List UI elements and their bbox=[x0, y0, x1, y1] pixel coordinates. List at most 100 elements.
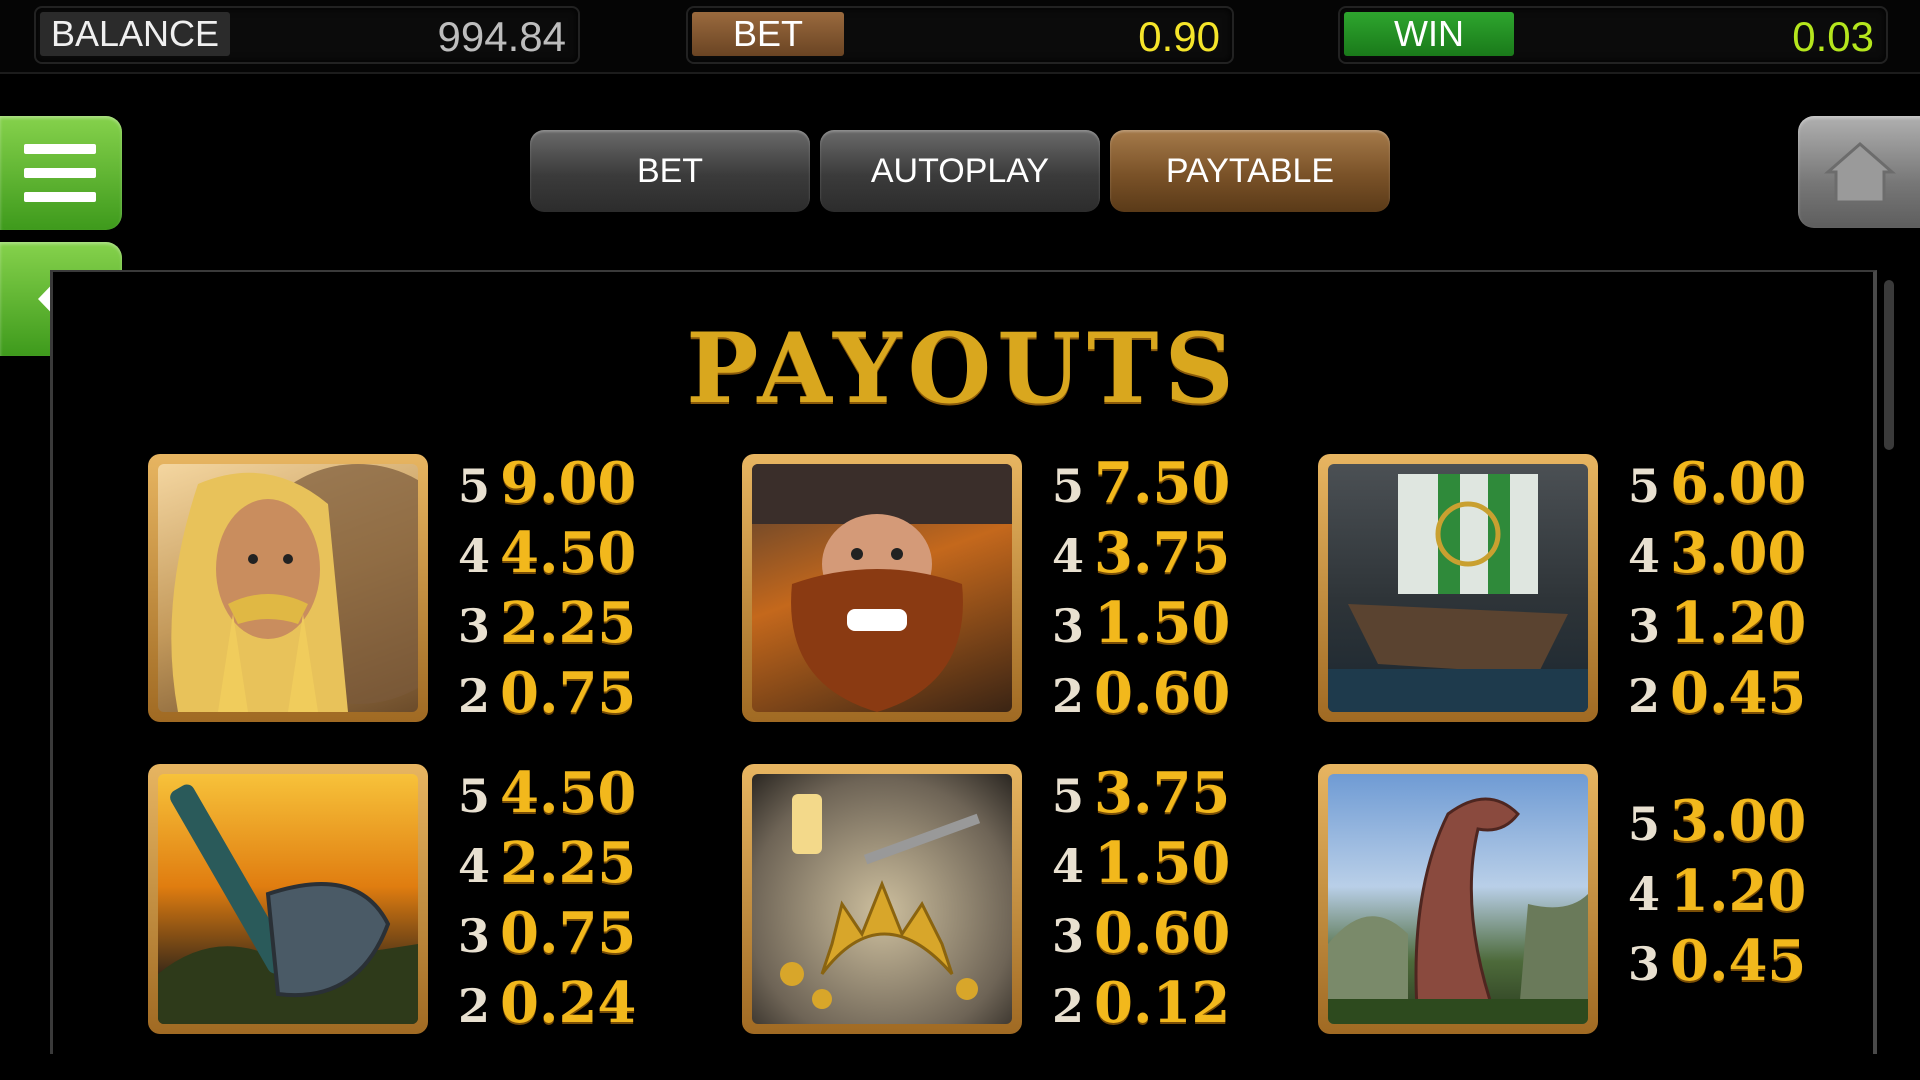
payout-row: 4 3.75 bbox=[1052, 518, 1230, 588]
match-count: 5 bbox=[458, 459, 491, 513]
payout-row: 2 0.75 bbox=[458, 658, 636, 728]
payout-row: 5 9.00 bbox=[458, 448, 636, 518]
status-bar: BALANCE 994.84 BET 0.90 WIN 0.03 bbox=[0, 0, 1920, 74]
symbol-battle-axe bbox=[148, 764, 428, 1034]
win-value: 0.03 bbox=[1792, 13, 1874, 60]
paytable-entry-battle-axe: 5 4.50 4 2.25 3 0.75 2 0.24 bbox=[458, 758, 636, 1038]
payout-amount: 2.25 bbox=[500, 830, 637, 896]
match-count: 4 bbox=[458, 529, 491, 583]
win-display: WIN 0.03 bbox=[1338, 6, 1888, 64]
payout-row: 2 0.24 bbox=[458, 968, 636, 1038]
match-count: 3 bbox=[1628, 599, 1661, 653]
payout-row: 3 0.75 bbox=[458, 898, 636, 968]
payout-amount: 6.00 bbox=[1670, 450, 1807, 516]
match-count: 5 bbox=[1052, 459, 1085, 513]
payout-amount: 3.00 bbox=[1670, 788, 1807, 854]
payout-amount: 3.00 bbox=[1670, 520, 1807, 586]
match-count: 4 bbox=[1052, 529, 1085, 583]
payout-amount: 4.50 bbox=[500, 520, 637, 586]
payout-amount: 1.50 bbox=[1094, 590, 1231, 656]
match-count: 2 bbox=[1628, 669, 1661, 723]
match-count: 5 bbox=[1628, 459, 1661, 513]
payout-amount: 0.75 bbox=[500, 660, 637, 726]
tab-autoplay[interactable]: AUTOPLAY bbox=[820, 130, 1100, 212]
match-count: 4 bbox=[1052, 839, 1085, 893]
battle-axe-image bbox=[158, 784, 418, 1024]
payout-amount: 0.60 bbox=[1094, 900, 1231, 966]
paytable-entry-red-bearded-viking: 5 7.50 4 3.75 3 1.50 2 0.60 bbox=[1052, 448, 1230, 728]
payout-row: 4 1.50 bbox=[1052, 828, 1230, 898]
payout-row: 5 3.75 bbox=[1052, 758, 1230, 828]
payout-row: 3 1.50 bbox=[1052, 588, 1230, 658]
payout-amount: 0.75 bbox=[500, 900, 637, 966]
win-label: WIN bbox=[1344, 12, 1514, 56]
payout-row: 2 0.12 bbox=[1052, 968, 1230, 1038]
payout-amount: 4.50 bbox=[500, 760, 637, 826]
home-button[interactable] bbox=[1798, 116, 1920, 228]
symbol-viking-longship bbox=[1318, 454, 1598, 722]
match-count: 2 bbox=[1052, 979, 1085, 1033]
payout-row: 4 1.20 bbox=[1628, 856, 1806, 926]
payout-row: 5 7.50 bbox=[1052, 448, 1230, 518]
match-count: 3 bbox=[1628, 937, 1661, 991]
balance-value: 994.84 bbox=[437, 13, 566, 60]
menu-button[interactable] bbox=[0, 116, 122, 230]
paytable-entry-dragon-prow: 5 3.00 4 1.20 3 0.45 bbox=[1628, 786, 1806, 996]
payout-row: 5 6.00 bbox=[1628, 448, 1806, 518]
match-count: 4 bbox=[1628, 867, 1661, 921]
match-count: 3 bbox=[458, 909, 491, 963]
payout-amount: 0.12 bbox=[1094, 970, 1231, 1036]
symbol-blonde-viking bbox=[148, 454, 428, 722]
payout-amount: 9.00 bbox=[500, 450, 637, 516]
symbol-treasure-tiara bbox=[742, 764, 1022, 1034]
payout-row: 4 4.50 bbox=[458, 518, 636, 588]
payout-row: 4 2.25 bbox=[458, 828, 636, 898]
home-icon bbox=[1824, 142, 1896, 204]
payout-amount: 1.50 bbox=[1094, 830, 1231, 896]
payout-row: 3 2.25 bbox=[458, 588, 636, 658]
match-count: 3 bbox=[458, 599, 491, 653]
match-count: 3 bbox=[1052, 909, 1085, 963]
payout-amount: 2.25 bbox=[500, 590, 637, 656]
tab-paytable[interactable]: PAYTABLE bbox=[1110, 130, 1390, 212]
tab-bet[interactable]: BET bbox=[530, 130, 810, 212]
bet-label: BET bbox=[692, 12, 844, 56]
dragon-prow-image bbox=[1328, 797, 1588, 1024]
payout-amount: 0.45 bbox=[1670, 928, 1807, 994]
match-count: 4 bbox=[458, 839, 491, 893]
payout-amount: 0.60 bbox=[1094, 660, 1231, 726]
paytable-entry-viking-longship: 5 6.00 4 3.00 3 1.20 2 0.45 bbox=[1628, 448, 1806, 728]
payout-amount: 3.75 bbox=[1094, 760, 1231, 826]
payout-amount: 1.20 bbox=[1670, 858, 1807, 924]
payout-row: 3 0.60 bbox=[1052, 898, 1230, 968]
payout-amount: 7.50 bbox=[1094, 450, 1231, 516]
scrollbar[interactable] bbox=[1884, 280, 1894, 450]
symbol-red-bearded-viking bbox=[742, 454, 1022, 722]
hamburger-menu-icon bbox=[24, 144, 96, 204]
symbol-dragon-prow bbox=[1318, 764, 1598, 1034]
bet-value: 0.90 bbox=[1138, 13, 1220, 60]
payout-row: 3 1.20 bbox=[1628, 588, 1806, 658]
match-count: 5 bbox=[1052, 769, 1085, 823]
payout-amount: 3.75 bbox=[1094, 520, 1231, 586]
match-count: 2 bbox=[1052, 669, 1085, 723]
payout-amount: 0.24 bbox=[500, 970, 637, 1036]
match-count: 3 bbox=[1052, 599, 1085, 653]
payout-row: 2 0.60 bbox=[1052, 658, 1230, 728]
paytable-entry-blonde-viking: 5 9.00 4 4.50 3 2.25 2 0.75 bbox=[458, 448, 636, 728]
payout-row: 5 3.00 bbox=[1628, 786, 1806, 856]
balance-display: BALANCE 994.84 bbox=[34, 6, 580, 64]
red-bearded-viking-image bbox=[752, 464, 1012, 712]
blonde-viking-image bbox=[171, 464, 418, 712]
payout-amount: 0.45 bbox=[1670, 660, 1807, 726]
match-count: 4 bbox=[1628, 529, 1661, 583]
match-count: 2 bbox=[458, 669, 491, 723]
viking-longship-image bbox=[1328, 474, 1588, 712]
payout-row: 5 4.50 bbox=[458, 758, 636, 828]
match-count: 5 bbox=[1628, 797, 1661, 851]
paytable-entry-treasure-tiara: 5 3.75 4 1.50 3 0.60 2 0.12 bbox=[1052, 758, 1230, 1038]
match-count: 5 bbox=[458, 769, 491, 823]
payout-row: 4 3.00 bbox=[1628, 518, 1806, 588]
balance-label: BALANCE bbox=[40, 12, 230, 56]
match-count: 2 bbox=[458, 979, 491, 1033]
